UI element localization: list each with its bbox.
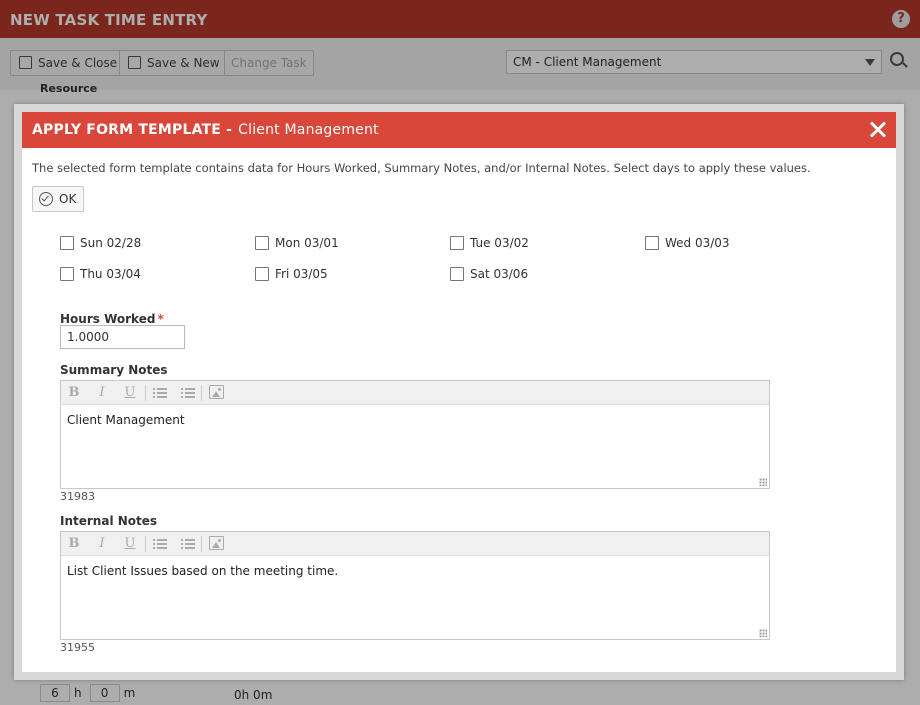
- image-icon[interactable]: [209, 385, 224, 399]
- checkbox-icon[interactable]: [450, 236, 464, 250]
- close-icon[interactable]: [866, 117, 890, 141]
- day-label: Mon 03/01: [275, 236, 339, 250]
- checkbox-icon[interactable]: [450, 267, 464, 281]
- day-checkbox-fri[interactable]: Fri 03/05: [255, 267, 328, 281]
- apply-form-template-dialog: APPLY FORM TEMPLATE - Client Management T…: [14, 104, 904, 680]
- ok-button[interactable]: OK: [32, 186, 85, 212]
- summary-notes-toolbar: B I U: [61, 381, 769, 405]
- internal-notes-label: Internal Notes: [60, 514, 158, 528]
- day-label: Sat 03/06: [470, 267, 529, 281]
- checkbox-icon[interactable]: [645, 236, 659, 250]
- checkbox-icon[interactable]: [255, 267, 269, 281]
- day-checkbox-wed[interactable]: Wed 03/03: [645, 236, 730, 250]
- dialog-title-text: APPLY FORM TEMPLATE -: [32, 122, 233, 138]
- hours-worked-input[interactable]: 1.0000: [60, 325, 185, 349]
- internal-notes-text[interactable]: List Client Issues based on the meeting …: [67, 564, 338, 578]
- toolbar-divider: [145, 536, 146, 552]
- italic-button[interactable]: I: [93, 385, 111, 401]
- toolbar-divider: [201, 536, 202, 552]
- day-label: Tue 03/02: [470, 236, 529, 250]
- resize-handle-icon[interactable]: [759, 478, 767, 486]
- internal-notes-toolbar: B I U: [61, 532, 769, 556]
- numbered-list-icon[interactable]: [153, 387, 167, 399]
- summary-notes-label: Summary Notes: [60, 363, 168, 377]
- required-mark: *: [157, 312, 164, 326]
- day-label: Sun 02/28: [80, 236, 142, 250]
- internal-notes-count: 31955: [60, 641, 95, 654]
- dialog-subtitle: Client Management: [238, 122, 379, 138]
- summary-notes-editor[interactable]: B I U Client Management: [60, 380, 770, 489]
- hours-worked-label-text: Hours Worked: [60, 312, 156, 326]
- summary-notes-count: 31983: [60, 490, 95, 503]
- bullet-list-icon[interactable]: [181, 387, 195, 399]
- resize-handle-icon[interactable]: [759, 629, 767, 637]
- internal-notes-editor[interactable]: B I U List Client Issues based on the me…: [60, 531, 770, 640]
- checkbox-icon[interactable]: [255, 236, 269, 250]
- bold-button[interactable]: B: [65, 385, 83, 401]
- check-circle-icon: [39, 192, 53, 206]
- instructions-text: The selected form template contains data…: [32, 161, 811, 175]
- numbered-list-icon[interactable]: [153, 538, 167, 550]
- toolbar-divider: [201, 385, 202, 401]
- day-checkbox-sat[interactable]: Sat 03/06: [450, 267, 528, 281]
- bullet-list-icon[interactable]: [181, 538, 195, 550]
- checkbox-icon[interactable]: [60, 267, 74, 281]
- day-checkbox-mon[interactable]: Mon 03/01: [255, 236, 339, 250]
- hours-worked-label: Hours Worked *: [60, 312, 164, 326]
- day-label: Thu 03/04: [80, 267, 141, 281]
- day-label: Fri 03/05: [275, 267, 328, 281]
- toolbar-divider: [145, 385, 146, 401]
- checkbox-icon[interactable]: [60, 236, 74, 250]
- day-checkbox-thu[interactable]: Thu 03/04: [60, 267, 141, 281]
- day-checkbox-sun[interactable]: Sun 02/28: [60, 236, 141, 250]
- summary-notes-text[interactable]: Client Management: [67, 413, 185, 427]
- dialog-header: APPLY FORM TEMPLATE - Client Management: [22, 112, 896, 148]
- bold-button[interactable]: B: [65, 536, 83, 552]
- day-checkbox-tue[interactable]: Tue 03/02: [450, 236, 529, 250]
- image-icon[interactable]: [209, 536, 224, 550]
- ok-label: OK: [59, 192, 77, 206]
- day-label: Wed 03/03: [665, 236, 730, 250]
- italic-button[interactable]: I: [93, 536, 111, 552]
- underline-button[interactable]: U: [121, 536, 139, 552]
- dialog-title: APPLY FORM TEMPLATE - Client Management: [32, 122, 379, 138]
- underline-button[interactable]: U: [121, 385, 139, 401]
